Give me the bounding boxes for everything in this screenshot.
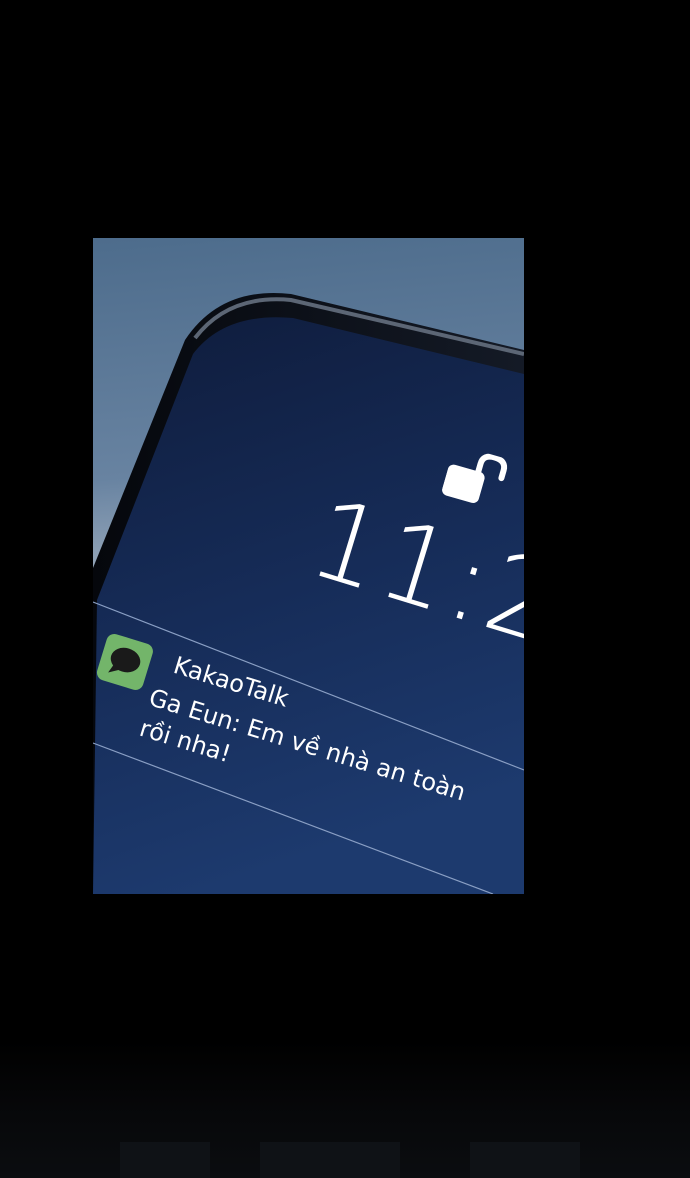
comic-panel: 11:2 KakaoTalk Ga Eun: Em về nhà an toàn…	[93, 238, 524, 894]
bottom-texture	[0, 1040, 690, 1178]
comic-page: 11:2 KakaoTalk Ga Eun: Em về nhà an toàn…	[0, 0, 690, 1178]
chat-bubble-icon	[108, 647, 141, 673]
texture-block	[470, 1142, 580, 1178]
texture-block	[260, 1142, 400, 1178]
texture-block	[120, 1142, 210, 1178]
